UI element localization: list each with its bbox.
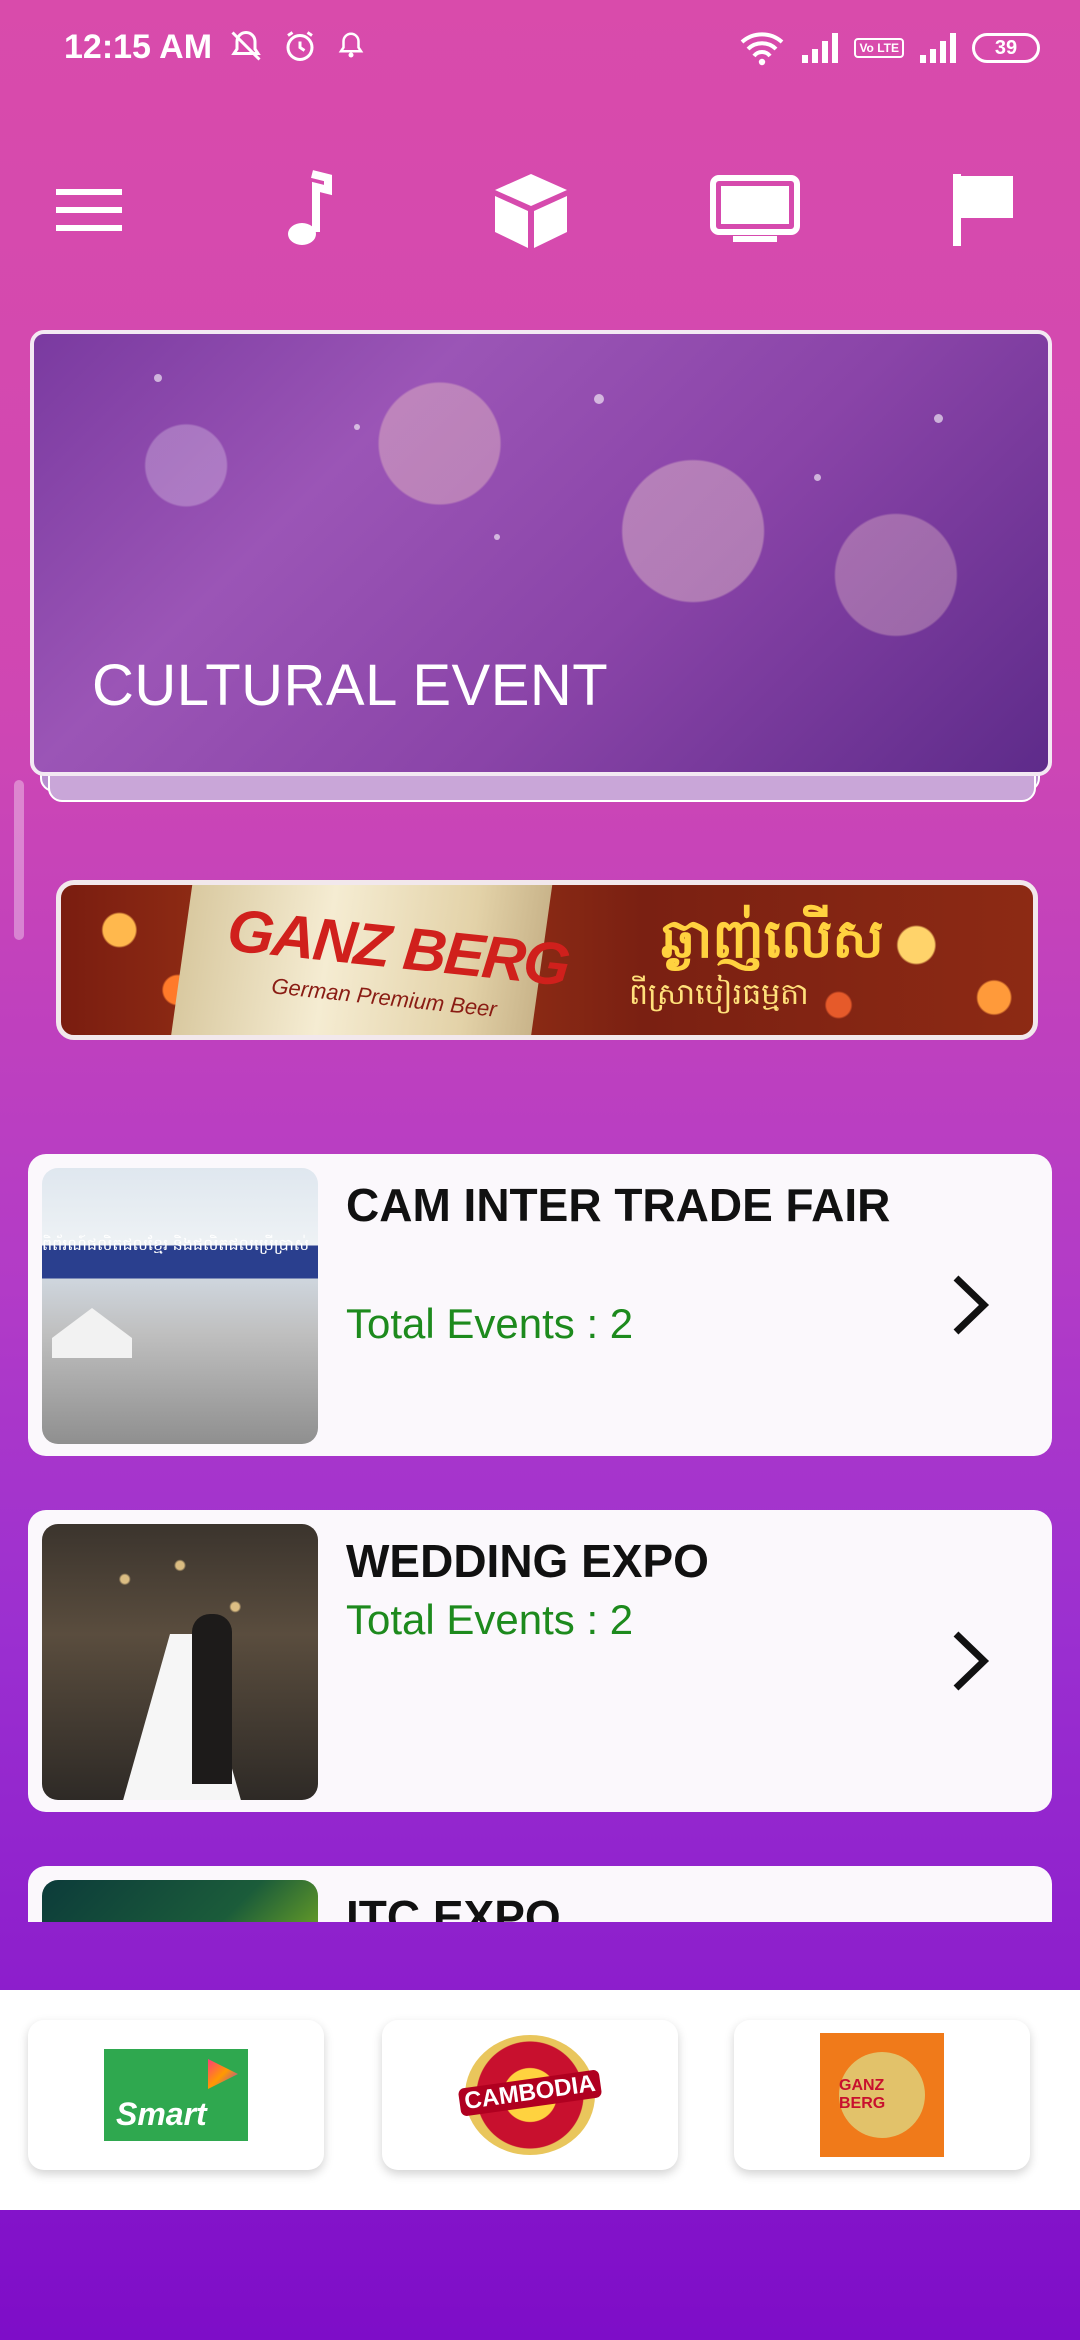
ad-banner[interactable]: GANZ BERG German Premium Beer ឆ្ងាញ់លើស …	[56, 880, 1038, 1040]
cube-icon	[495, 174, 567, 248]
flag-icon	[953, 174, 1013, 246]
groom-shape	[192, 1614, 232, 1784]
category-title: CAM INTER TRADE FAIR	[346, 1179, 891, 1231]
alarm-icon	[286, 31, 314, 61]
status-bar: 12:15 AM Vo LTE 39	[0, 0, 1080, 100]
menu-button[interactable]	[34, 160, 144, 260]
mute-icon	[231, 30, 261, 61]
signal-icon	[802, 33, 839, 63]
category-thumbnail	[42, 1524, 318, 1800]
sponsor-ganzberg[interactable]: GANZ BERG	[734, 2020, 1030, 2170]
status-left-icons	[228, 28, 366, 64]
smart-logo-mark	[208, 2059, 238, 2089]
tv-button[interactable]	[700, 160, 810, 260]
hero-title: CULTURAL EVENT	[92, 653, 609, 718]
smart-logo: Smart	[104, 2049, 248, 2141]
tent-shape	[52, 1308, 132, 1358]
scroll-indicator	[14, 780, 24, 940]
status-time: 12:15 AM	[64, 28, 213, 66]
smart-logo-text: Smart	[116, 2096, 207, 2132]
category-card-cam-inter-trade-fair[interactable]: ពិព័រណ៍ផលិតផលខ្មែរ និងផលិតផលប្រើប្រាស់ C…	[28, 1154, 1052, 1456]
battery-indicator: 39	[972, 33, 1040, 63]
chevron-right-icon[interactable]	[948, 1272, 992, 1338]
volte-badge: Vo LTE	[854, 38, 904, 58]
category-title: WEDDING EXPO	[346, 1535, 709, 1587]
hero-carousel-card[interactable]: CULTURAL EVENT	[30, 330, 1052, 776]
thumbnail-banner-text: ពិព័រណ៍ផលិតផលខ្មែរ និងផលិតផលប្រើប្រាស់	[42, 1237, 310, 1254]
signal-icon	[920, 33, 956, 63]
category-thumbnail: ពិព័រណ៍ផលិតផលខ្មែរ និងផលិតផលប្រើប្រាស់	[42, 1168, 318, 1444]
ganzberg-logo-text: GANZ BERG	[839, 2077, 886, 2112]
ganzberg-logo: GANZ BERG	[820, 2033, 944, 2157]
category-card-itc-expo[interactable]: ITC EXPO	[28, 1866, 1052, 1922]
cambodia-beer-logo: CAMBODIA	[457, 2035, 603, 2155]
top-nav	[0, 160, 1080, 260]
ad-subheadline: ពីស្រាបៀរធម្មតា	[629, 978, 809, 1011]
tv-icon	[710, 175, 800, 242]
category-card-wedding-expo[interactable]: WEDDING EXPO Total Events : 2	[28, 1510, 1052, 1812]
wifi-icon	[741, 32, 784, 66]
category-event-count: Total Events : 2	[346, 1596, 634, 1643]
confetti	[154, 374, 162, 382]
ganzberg-seal: GANZ BERG	[839, 2052, 925, 2138]
chevron-right-icon[interactable]	[948, 1628, 992, 1694]
confetti	[814, 474, 821, 481]
category-thumbnail	[42, 1880, 318, 1922]
list-clip: ITC EXPO	[0, 1860, 1080, 1922]
cambodia-logo-text: CAMBODIA	[457, 2069, 603, 2117]
notification-icon	[338, 32, 364, 58]
confetti	[494, 534, 500, 540]
music-icon	[288, 170, 332, 245]
menu-icon	[56, 189, 122, 231]
sponsor-smart[interactable]: Smart	[28, 2020, 324, 2170]
ad-headline: ឆ្ងាញ់លើស	[661, 909, 884, 969]
sponsor-cambodia-beer[interactable]: CAMBODIA	[382, 2020, 678, 2170]
flag-button[interactable]	[928, 160, 1038, 260]
status-right-icons: Vo LTE 39	[738, 30, 1040, 66]
category-event-count: Total Events : 2	[346, 1300, 634, 1347]
category-title: ITC EXPO	[346, 1891, 561, 1922]
sponsor-bar: Smart CAMBODIA GANZ BERG	[0, 1990, 1080, 2210]
confetti	[354, 424, 360, 430]
confetti	[594, 394, 604, 404]
cube-button[interactable]	[476, 160, 586, 260]
music-button[interactable]	[252, 160, 362, 260]
confetti	[934, 414, 943, 423]
